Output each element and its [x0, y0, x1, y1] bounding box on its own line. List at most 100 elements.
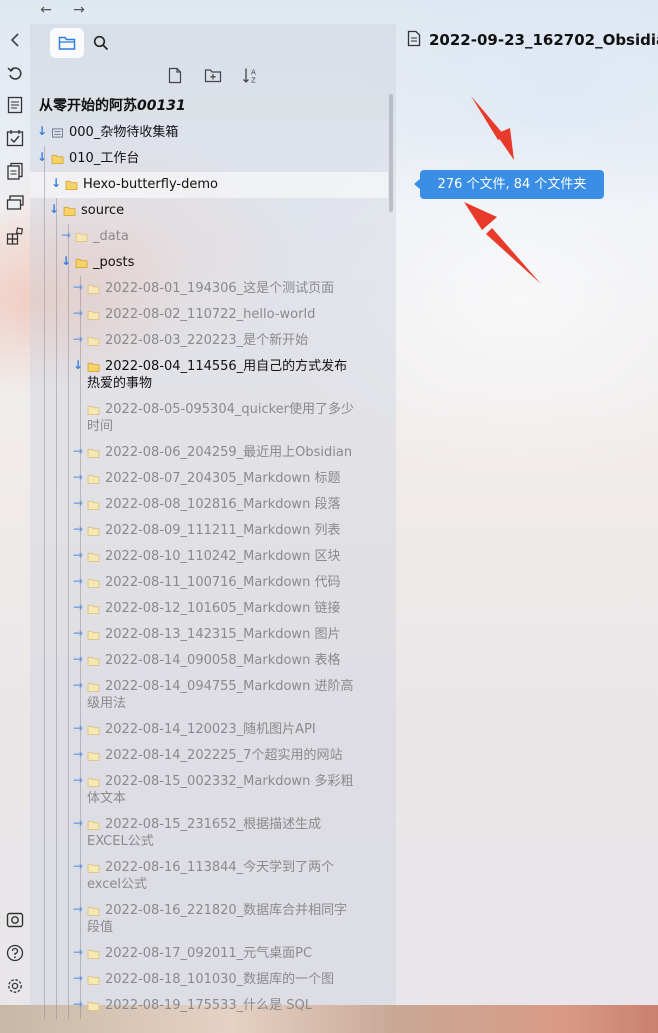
tree-item[interactable]: → 2022-08-11_100716_Markdown 代码 — [30, 570, 388, 596]
tree-item-label: source — [81, 203, 125, 218]
tree-item[interactable]: → 2022-08-10_110242_Markdown 区块 — [30, 544, 388, 570]
search-tab-icon[interactable] — [84, 28, 118, 58]
chevron-right-icon[interactable]: → — [73, 574, 83, 588]
chevron-right-icon[interactable]: → — [73, 816, 83, 830]
tree-item[interactable]: → 2022-08-16_113844_今天学到了两个excel公式 — [30, 855, 388, 898]
title-bar: ← → — [0, 0, 658, 24]
plugins-grid-icon[interactable] — [5, 226, 25, 246]
tree-item-label: 2022-08-17_092011_元气桌面PC — [105, 946, 313, 961]
chevron-right-icon[interactable]: → — [73, 332, 83, 346]
tree-item[interactable]: → 2022-08-03_220223_是个新开始 — [30, 328, 388, 354]
editor-tab-title[interactable]: 2022-09-23_162702_Obsidian — [407, 30, 658, 50]
calendar-icon[interactable] — [5, 128, 25, 148]
chevron-right-icon[interactable]: → — [73, 444, 83, 458]
arrow-right-icon[interactable]: → — [70, 2, 88, 18]
tree-item-label: 2022-08-02_110722_hello-world — [105, 307, 316, 322]
tree-item[interactable]: 2022-08-05-095304_quicker使用了多少时间 — [30, 397, 388, 440]
chevron-right-icon[interactable]: → — [73, 859, 83, 873]
outline-icon[interactable] — [5, 95, 25, 115]
tree-item[interactable]: → 2022-08-16_221820_数据库合并相同字段值 — [30, 898, 388, 941]
tree-item[interactable]: → 2022-08-07_204305_Markdown 标题 — [30, 466, 388, 492]
tree-item[interactable]: → 2022-08-14_090058_Markdown 表格 — [30, 648, 388, 674]
chevron-right-icon[interactable]: → — [73, 600, 83, 614]
tree-item-label: 2022-08-13_142315_Markdown 图片 — [105, 627, 341, 642]
folder-icon — [87, 949, 100, 959]
settings-icon[interactable] — [5, 976, 25, 996]
tree-item[interactable]: ↓ source — [30, 198, 388, 224]
new-folder-icon[interactable] — [202, 64, 224, 86]
cards-icon[interactable] — [5, 193, 25, 213]
folder-icon — [87, 604, 100, 614]
vault-number: 00131 — [137, 98, 186, 114]
chevron-right-icon[interactable]: → — [73, 721, 83, 735]
chevron-down-icon[interactable]: ↓ — [37, 124, 47, 138]
sidebar-scrollbar[interactable] — [389, 94, 393, 212]
help-icon[interactable] — [5, 943, 25, 963]
folder-icon — [65, 180, 78, 190]
indent-guide — [56, 198, 57, 1019]
arrow-left-icon[interactable]: ← — [37, 2, 55, 18]
tree-item-label: 2022-08-08_102816_Markdown 段落 — [105, 497, 341, 512]
chevron-right-icon[interactable]: → — [73, 522, 83, 536]
tree-item[interactable]: → 2022-08-08_102816_Markdown 段落 — [30, 492, 388, 518]
chevron-right-icon[interactable]: → — [73, 548, 83, 562]
tree-item[interactable]: → 2022-08-15_002332_Markdown 多彩粗体文本 — [30, 769, 388, 812]
chevron-right-icon[interactable]: → — [73, 280, 83, 294]
chevron-right-icon[interactable]: → — [73, 971, 83, 985]
chevron-down-icon[interactable]: ↓ — [37, 150, 47, 164]
tree-item[interactable]: ↓ 000_杂物待收集箱 — [30, 120, 388, 146]
vault-title[interactable]: 从零开始的阿苏00131 — [30, 93, 386, 119]
tree-item[interactable]: ↓ _posts — [30, 250, 388, 276]
folder-icon — [87, 552, 100, 562]
new-note-icon[interactable] — [164, 64, 186, 86]
chevron-right-icon[interactable]: → — [73, 652, 83, 666]
chevron-right-icon[interactable]: → — [73, 496, 83, 510]
chevron-right-icon[interactable]: → — [73, 747, 83, 761]
svg-text:A: A — [251, 68, 256, 76]
screenshot-icon[interactable] — [5, 910, 25, 930]
sort-az-icon[interactable]: AZ — [240, 64, 262, 86]
folder-icon — [87, 474, 100, 484]
tree-item[interactable]: → 2022-08-14_202225_7个超实用的网站 — [30, 743, 388, 769]
folder-tab-icon[interactable] — [50, 28, 84, 58]
tree-item-label: 2022-08-03_220223_是个新开始 — [105, 333, 309, 348]
chevron-right-icon[interactable]: → — [73, 306, 83, 320]
tree-item[interactable]: → 2022-08-06_204259_最近用上Obsidian — [30, 440, 388, 466]
undo-icon[interactable] — [5, 63, 25, 83]
chevron-right-icon[interactable]: → — [61, 228, 71, 242]
tree-item[interactable]: → 2022-08-02_110722_hello-world — [30, 302, 388, 328]
chevron-down-icon[interactable]: ↓ — [73, 358, 83, 372]
chevron-down-icon[interactable]: ↓ — [51, 176, 61, 190]
tree-item-label: 2022-08-16_113844_今天学到了两个excel公式 — [87, 860, 335, 892]
tree-item[interactable]: ↓ Hexo-butterfly-demo — [30, 172, 388, 198]
tree-item[interactable]: → 2022-08-13_142315_Markdown 图片 — [30, 622, 388, 648]
chevron-right-icon[interactable]: → — [73, 470, 83, 484]
svg-text:Z: Z — [251, 76, 256, 84]
tree-item[interactable]: → 2022-08-09_111211_Markdown 列表 — [30, 518, 388, 544]
files-icon[interactable] — [5, 161, 25, 181]
chevron-right-icon[interactable]: → — [73, 626, 83, 640]
chevron-right-icon[interactable]: → — [73, 945, 83, 959]
tree-item[interactable]: → 2022-08-15_231652_根据描述生成EXCEL公式 — [30, 812, 388, 855]
chevron-right-icon[interactable]: → — [73, 997, 83, 1011]
chevron-down-icon[interactable]: ↓ — [49, 202, 59, 216]
chevron-down-icon[interactable]: ↓ — [61, 254, 71, 268]
tree-item[interactable]: → 2022-08-14_120023_随机图片API — [30, 717, 388, 743]
tree-item[interactable]: ↓ 2022-08-04_114556_用自己的方式发布热爱的事物 — [30, 354, 388, 397]
tree-item[interactable]: → 2022-08-17_092011_元气桌面PC — [30, 941, 388, 967]
collapse-chevron-icon[interactable] — [5, 30, 25, 50]
tree-item[interactable]: → 2022-08-01_194306_这是个测试页面 — [30, 276, 388, 302]
chevron-right-icon[interactable]: → — [73, 678, 83, 692]
folder-icon — [87, 656, 100, 666]
tree-item[interactable]: → 2022-08-18_101030_数据库的一个图 — [30, 967, 388, 993]
chevron-right-icon[interactable]: → — [73, 902, 83, 916]
tree-item[interactable]: → _data — [30, 224, 388, 250]
tree-item[interactable]: → 2022-08-14_094755_Markdown 进阶高级用法 — [30, 674, 388, 717]
chevron-right-icon[interactable]: → — [73, 773, 83, 787]
tree-item-label: _data — [93, 229, 129, 244]
tree-item-label: 2022-08-15_002332_Markdown 多彩粗体文本 — [87, 774, 354, 806]
tree-item[interactable]: → 2022-08-19_175533_什么是 SQL — [30, 993, 388, 1019]
tree-item[interactable]: → 2022-08-12_101605_Markdown 链接 — [30, 596, 388, 622]
left-ribbon — [0, 24, 30, 1005]
tree-item[interactable]: ↓ 010_工作台 — [30, 146, 388, 172]
